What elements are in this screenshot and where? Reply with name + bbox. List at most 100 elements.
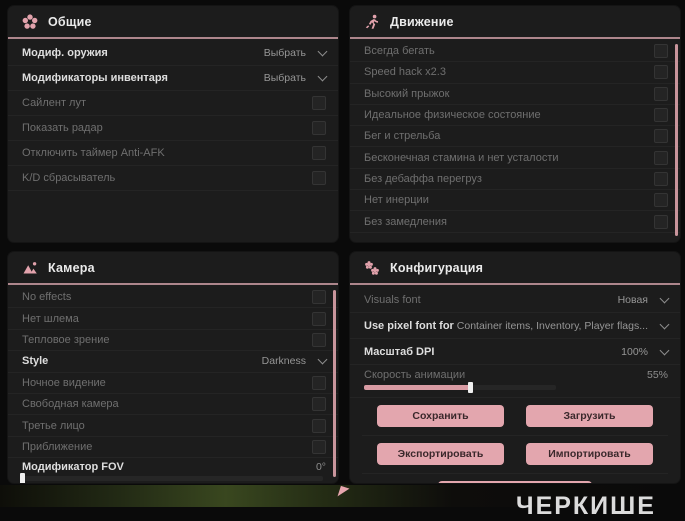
setting-row[interactable]: No effects <box>8 287 338 309</box>
setting-label: Нет шлема <box>22 312 79 325</box>
chevron-down-icon <box>317 46 328 57</box>
config-buttons: Сохранить Загрузить Экспортировать Импор… <box>350 398 680 483</box>
checkbox[interactable] <box>312 96 326 110</box>
setting-label: Модификатор FOV <box>22 460 124 473</box>
setting-row[interactable]: Speed hack x2.3 <box>350 62 680 84</box>
setting-label: Приближение <box>22 440 93 453</box>
checkbox[interactable] <box>654 86 668 101</box>
export-button[interactable]: Экспортировать <box>377 443 504 465</box>
setting-row[interactable]: Модиф. оружия Выбрать <box>8 41 338 66</box>
chevron-down-icon <box>659 319 670 329</box>
setting-label: Ночное видение <box>22 376 106 389</box>
setting-label: Бег и стрельба <box>364 130 441 143</box>
gears-icon <box>365 260 379 275</box>
slider-value: 0° <box>315 460 326 473</box>
dropdown-value: Container items, Inventory, Player flags… <box>456 319 648 332</box>
setting-row[interactable]: Показать радар <box>8 116 338 141</box>
setting-row[interactable]: Идеальное физическое состояние <box>350 105 680 127</box>
checkbox[interactable] <box>654 193 668 208</box>
checkbox[interactable] <box>654 108 668 123</box>
setting-row[interactable]: Приближение <box>8 437 338 459</box>
checkbox[interactable] <box>654 150 668 165</box>
checkbox[interactable] <box>312 121 326 135</box>
reset-menu-layout-button[interactable]: Сброс макета меню <box>437 481 593 483</box>
setting-row[interactable]: Модификатор FOV 0° <box>8 458 338 483</box>
checkbox[interactable] <box>654 171 668 186</box>
setting-row[interactable]: Visuals font Новая <box>350 287 680 313</box>
panel-header[interactable]: Конфигурация <box>350 252 680 285</box>
setting-row[interactable]: Скорость анимации 55% <box>350 365 680 398</box>
dropdown-value: Darkness <box>261 355 306 368</box>
setting-label: Свободная камера <box>22 398 119 411</box>
checkbox[interactable] <box>312 290 326 305</box>
dropdown[interactable]: Darkness <box>261 354 328 368</box>
setting-label: Идеальное физическое состояние <box>364 109 541 122</box>
setting-row[interactable]: Высокий прыжок <box>350 84 680 105</box>
chevron-down-icon <box>659 345 670 355</box>
setting-row[interactable]: Ночное видение <box>8 373 338 394</box>
setting-row[interactable]: Свободная камера <box>8 394 338 416</box>
setting-row[interactable]: Модификаторы инвентаря Выбрать <box>8 66 338 91</box>
setting-row[interactable]: Третье лицо <box>8 415 338 437</box>
scrollbar[interactable] <box>333 290 336 477</box>
setting-label: K/D сбрасыватель <box>22 172 116 184</box>
panel-title: Камера <box>48 260 95 275</box>
dropdown[interactable]: Выбрать <box>263 46 328 59</box>
panel-header[interactable]: Камера <box>8 252 338 285</box>
runner-icon <box>365 14 378 29</box>
checkbox[interactable] <box>312 397 326 412</box>
panel-config: Конфигурация Visuals font Новая Use pixe… <box>350 252 680 483</box>
setting-label: Speed hack x2.3 <box>364 66 446 79</box>
setting-label: Отключить таймер Anti-AFK <box>22 147 165 159</box>
dropdown-value: Выбрать <box>263 72 306 84</box>
setting-row[interactable]: Без дебаффа перегруз <box>350 169 680 191</box>
setting-label: Показать радар <box>22 122 103 134</box>
checkbox[interactable] <box>312 375 326 390</box>
dropdown[interactable]: 100% <box>621 345 670 358</box>
checkbox[interactable] <box>312 418 326 433</box>
setting-row[interactable]: Масштаб DPI 100% <box>350 339 680 365</box>
flower-icon <box>22 13 38 29</box>
checkbox[interactable] <box>312 311 326 326</box>
setting-row[interactable]: Без замедления <box>350 211 680 233</box>
slider-handle[interactable] <box>467 382 473 393</box>
slider-handle[interactable] <box>20 473 25 483</box>
checkbox[interactable] <box>654 214 668 229</box>
save-button[interactable]: Сохранить <box>377 405 504 427</box>
chevron-down-icon <box>659 293 670 303</box>
checkbox[interactable] <box>312 439 326 454</box>
setting-label: Третье лицо <box>22 419 85 432</box>
dropdown-value: Новая <box>617 293 648 306</box>
panel-header[interactable]: Общие <box>8 6 338 39</box>
setting-row[interactable]: Сайлент лут <box>8 91 338 116</box>
setting-row[interactable]: Нет инерции <box>350 190 680 212</box>
setting-row[interactable]: Отключить таймер Anti-AFK <box>8 141 338 166</box>
checkbox[interactable] <box>312 332 326 347</box>
checkbox[interactable] <box>312 171 326 185</box>
image-icon <box>23 261 37 273</box>
dropdown[interactable]: Выбрать <box>263 71 328 84</box>
import-button[interactable]: Импортировать <box>526 443 653 465</box>
panel-header[interactable]: Движение <box>350 6 680 39</box>
setting-row[interactable]: Style Darkness <box>8 351 338 373</box>
dropdown-value: Выбрать <box>263 47 306 59</box>
setting-row[interactable]: K/D сбрасыватель <box>8 166 338 191</box>
checkbox[interactable] <box>312 146 326 160</box>
slider[interactable] <box>364 382 556 393</box>
dropdown[interactable]: Container items, Inventory, Player flags… <box>456 319 670 332</box>
setting-row[interactable]: Бесконечная стамина и нет усталости <box>350 147 680 169</box>
slider[interactable] <box>20 473 323 483</box>
setting-row[interactable]: Тепловое зрение <box>8 330 338 352</box>
setting-row[interactable]: Всегда бегать <box>350 41 680 63</box>
load-button[interactable]: Загрузить <box>526 405 653 427</box>
panel-title: Общие <box>48 14 92 29</box>
dropdown[interactable]: Новая <box>617 293 670 306</box>
checkbox[interactable] <box>654 65 668 80</box>
checkbox[interactable] <box>654 44 668 59</box>
setting-row[interactable]: Бег и стрельба <box>350 126 680 148</box>
setting-label: Масштаб DPI <box>364 345 435 358</box>
checkbox[interactable] <box>654 129 668 144</box>
scrollbar[interactable] <box>675 44 678 236</box>
setting-row[interactable]: Нет шлема <box>8 308 338 330</box>
setting-row[interactable]: Use pixel font for Container items, Inve… <box>350 313 680 339</box>
